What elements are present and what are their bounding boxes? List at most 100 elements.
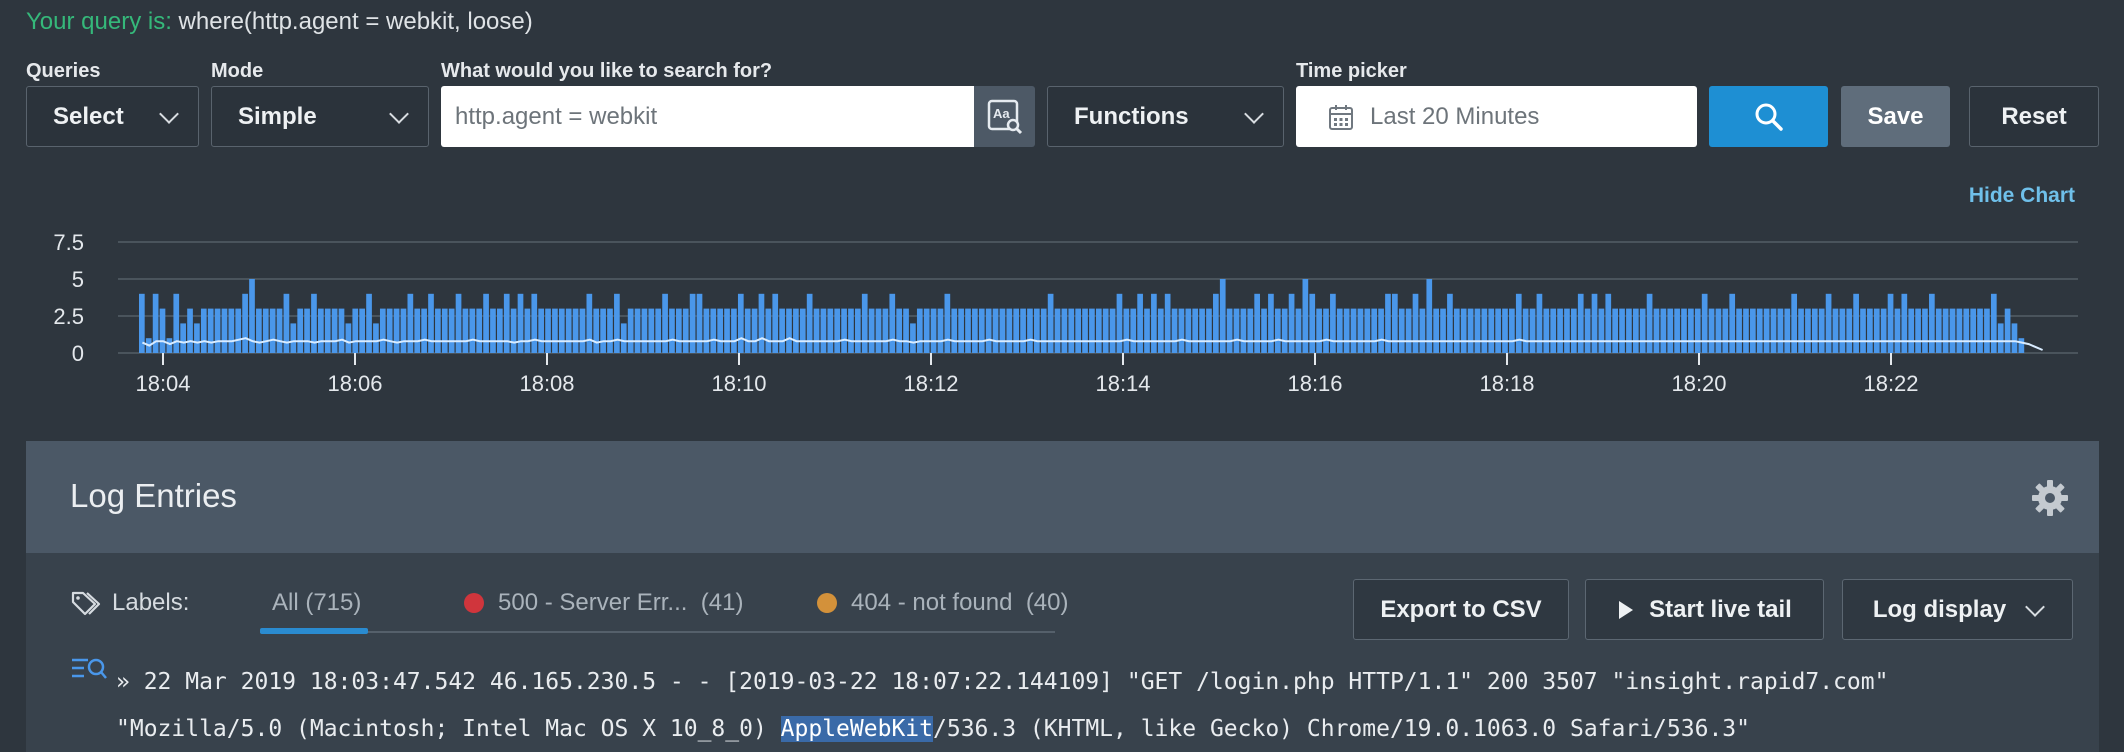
chart-bar bbox=[1963, 308, 1970, 353]
chevron-down-icon bbox=[1244, 103, 1264, 124]
chart-bar bbox=[1639, 308, 1646, 353]
chart-bar bbox=[1330, 293, 1336, 353]
y-tick-label: 2.5 bbox=[53, 304, 84, 329]
search-input[interactable] bbox=[441, 86, 974, 147]
chart-bar bbox=[1929, 293, 1935, 353]
chart-bar bbox=[972, 308, 978, 353]
log-display-label: Log display bbox=[1872, 595, 2007, 623]
chart-bar bbox=[1832, 308, 1839, 353]
chart-bar bbox=[1178, 308, 1185, 353]
x-tick-label: 18:18 bbox=[1479, 371, 1534, 396]
chart-bar bbox=[1763, 308, 1770, 353]
query-summary-text: where(http.agent = webkit, loose) bbox=[171, 8, 533, 35]
chart-bar bbox=[1474, 308, 1481, 353]
tag-icon bbox=[71, 591, 101, 616]
chart-bar bbox=[558, 308, 565, 353]
export-csv-button[interactable]: Export to CSV bbox=[1353, 579, 1569, 640]
chart-bar bbox=[352, 308, 359, 353]
chart-bar bbox=[1102, 308, 1109, 353]
chart-bar bbox=[1894, 308, 1901, 353]
chart-bar bbox=[572, 308, 579, 353]
chart-bar bbox=[1839, 308, 1846, 353]
hide-chart-link[interactable]: Hide Chart bbox=[1969, 184, 2075, 208]
chart-bar bbox=[159, 308, 166, 353]
chart-bar bbox=[1261, 308, 1267, 353]
chart-bar bbox=[283, 293, 290, 353]
chart-bar bbox=[1268, 293, 1274, 353]
chart-bar bbox=[724, 308, 730, 353]
reset-button[interactable]: Reset bbox=[1969, 86, 2099, 147]
chart-bar bbox=[1309, 293, 1316, 353]
chart-bar bbox=[1082, 308, 1088, 353]
query-summary-label: Your query is: bbox=[26, 8, 172, 35]
chart-bar bbox=[1584, 308, 1591, 353]
mode-select[interactable]: Simple bbox=[211, 86, 429, 147]
save-button[interactable]: Save bbox=[1841, 86, 1950, 147]
chart-bar bbox=[1791, 293, 1798, 353]
tab-all-label: All bbox=[272, 589, 299, 616]
time-picker-input[interactable]: Last 20 Minutes bbox=[1296, 86, 1697, 147]
chart-bar bbox=[1632, 308, 1639, 353]
chart-bar bbox=[338, 308, 345, 353]
chevron-down-icon bbox=[2025, 596, 2046, 617]
warning-dot-icon bbox=[817, 593, 837, 613]
y-tick-label: 7.5 bbox=[53, 230, 84, 255]
chart-bar bbox=[1536, 293, 1543, 353]
chevron-down-icon bbox=[159, 103, 179, 124]
chart-bar bbox=[221, 308, 228, 353]
labels-text: Labels: bbox=[112, 589, 190, 616]
log-context-search-icon[interactable] bbox=[70, 657, 108, 683]
chart-bar bbox=[703, 308, 710, 353]
chart-bar bbox=[1619, 308, 1625, 353]
chart-bar bbox=[827, 308, 834, 353]
chart-bar bbox=[152, 293, 159, 353]
chart-bar bbox=[304, 308, 310, 353]
chart-bar bbox=[1956, 308, 1963, 353]
chart-bar bbox=[614, 293, 620, 353]
chart-bar bbox=[228, 308, 235, 353]
tab-500-server-error[interactable]: 500 - Server Err... (41) bbox=[464, 589, 743, 617]
chart-bar bbox=[1977, 308, 1983, 353]
chart-bar bbox=[1040, 308, 1047, 353]
search-icon bbox=[1755, 103, 1783, 131]
log-entry[interactable]: » 22 Mar 2019 18:03:47.542 46.165.230.5 … bbox=[116, 659, 2124, 752]
chart-bar bbox=[194, 323, 200, 353]
tab-all-count: (715) bbox=[305, 589, 362, 616]
chart-bar bbox=[696, 293, 703, 353]
search-button[interactable] bbox=[1709, 86, 1828, 147]
chart-bar bbox=[1605, 293, 1612, 353]
gear-icon[interactable] bbox=[2031, 479, 2069, 517]
time-picker-label: Time picker bbox=[1296, 60, 1407, 82]
chart-bar bbox=[538, 308, 544, 353]
chart-bar bbox=[682, 308, 689, 353]
chart-bar bbox=[848, 308, 854, 353]
chart-bar bbox=[435, 308, 441, 353]
chart-bar bbox=[318, 308, 324, 353]
functions-select[interactable]: Functions bbox=[1047, 86, 1284, 147]
chart-bar bbox=[999, 308, 1006, 353]
chart-bar bbox=[772, 293, 779, 353]
chart-bar bbox=[1818, 308, 1825, 353]
chart-bar bbox=[889, 293, 896, 353]
chart-bar bbox=[1054, 308, 1061, 353]
chart-bar bbox=[944, 293, 951, 353]
tab-404-not-found[interactable]: 404 - not found (40) bbox=[817, 589, 1069, 617]
tab-all[interactable]: All (715) bbox=[272, 589, 361, 617]
match-case-button[interactable]: Aa bbox=[974, 86, 1035, 147]
log-display-select[interactable]: Log display bbox=[1842, 579, 2073, 640]
chart-bar bbox=[379, 308, 386, 353]
chart-bar bbox=[751, 308, 758, 353]
chart-bar bbox=[1068, 308, 1075, 353]
chart-bar bbox=[737, 293, 744, 353]
chart-bar bbox=[1811, 308, 1818, 353]
chart-bar bbox=[297, 308, 304, 353]
chart-bar bbox=[1681, 308, 1687, 353]
tab-active-indicator bbox=[260, 628, 368, 634]
start-live-tail-button[interactable]: Start live tail bbox=[1585, 579, 1824, 640]
chart-bar bbox=[1515, 293, 1522, 353]
chart-bar bbox=[841, 308, 847, 353]
chart-bar bbox=[1915, 308, 1921, 353]
chart-bar bbox=[1667, 308, 1674, 353]
queries-select[interactable]: Select bbox=[26, 86, 199, 147]
chart-bar bbox=[717, 308, 723, 353]
